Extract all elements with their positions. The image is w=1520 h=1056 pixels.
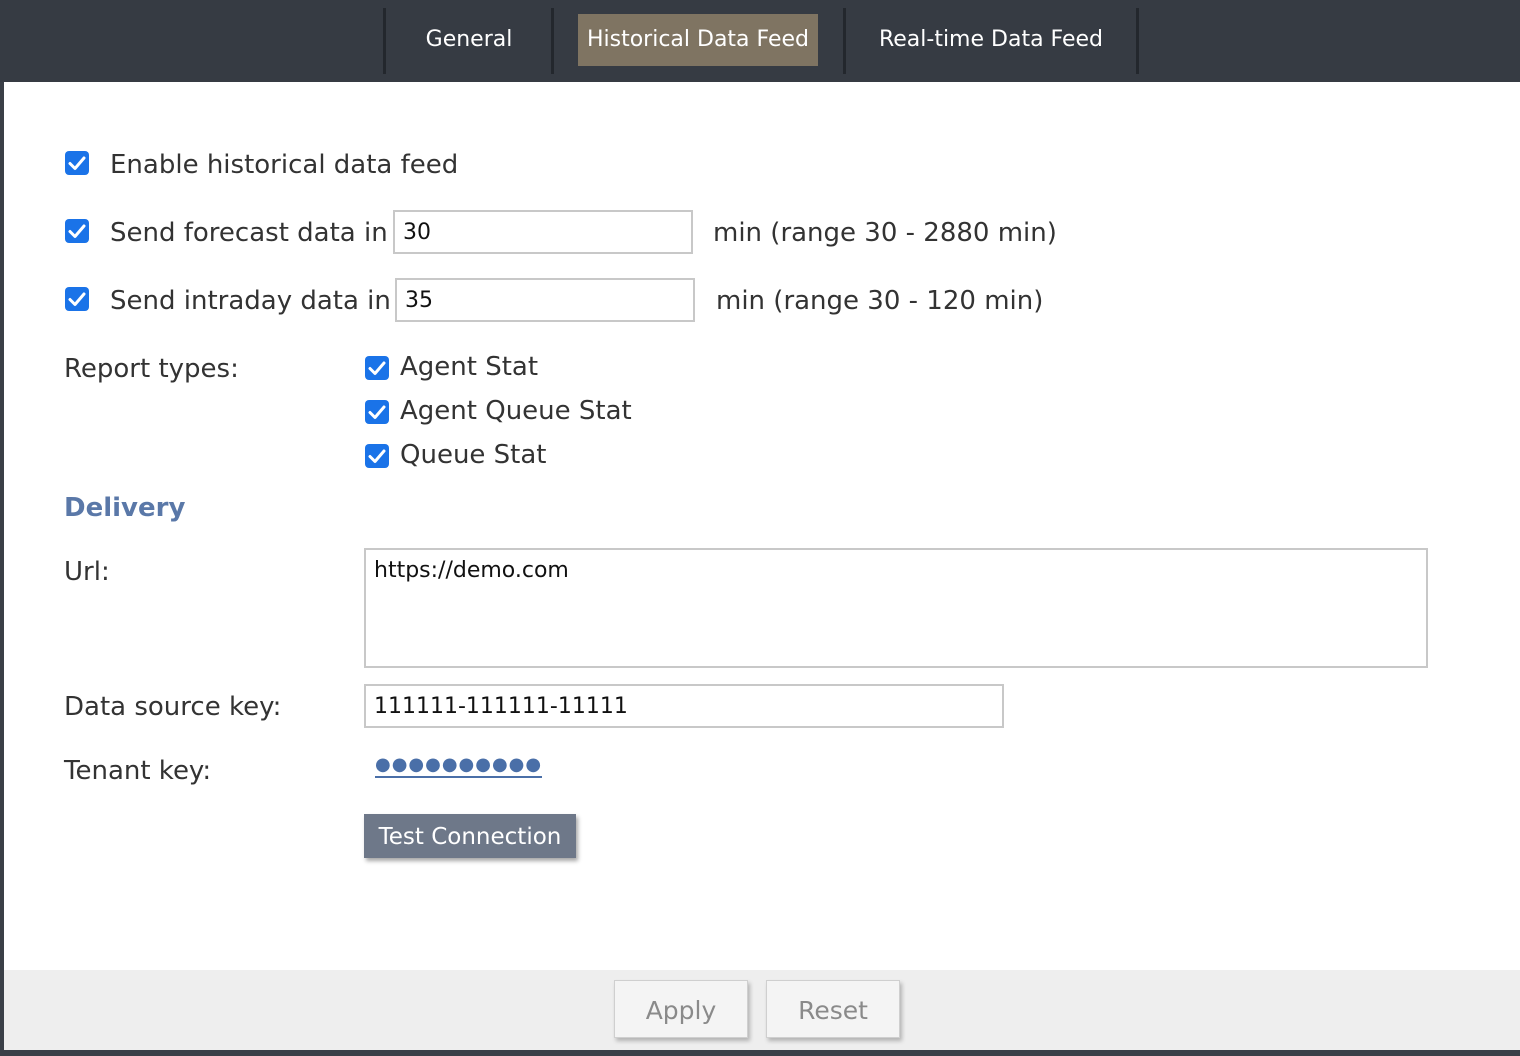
report-type-queue-stat-checkbox[interactable] bbox=[365, 444, 389, 468]
report-type-agent-stat-label: Agent Stat bbox=[400, 352, 539, 382]
footer-bar bbox=[4, 970, 1520, 1050]
forecast-range-hint: min (range 30 - 2880 min) bbox=[713, 218, 1057, 248]
tab-realtime-data-feed[interactable]: Real-time Data Feed bbox=[846, 14, 1136, 66]
tab-historical-data-feed[interactable]: Historical Data Feed bbox=[578, 14, 818, 66]
url-label: Url: bbox=[64, 557, 110, 587]
test-connection-button[interactable]: Test Connection bbox=[364, 814, 576, 858]
tab-general[interactable]: General bbox=[386, 14, 552, 66]
send-forecast-checkbox[interactable] bbox=[65, 219, 89, 243]
window-frame-bottom bbox=[0, 1050, 1520, 1056]
intraday-range-hint: min (range 30 - 120 min) bbox=[716, 286, 1044, 316]
checkmark-icon bbox=[368, 361, 386, 375]
intraday-minutes-input[interactable] bbox=[395, 278, 695, 322]
tenant-key-label: Tenant key: bbox=[64, 756, 212, 786]
checkmark-icon bbox=[68, 292, 86, 306]
report-type-agent-stat-checkbox[interactable] bbox=[365, 356, 389, 380]
report-type-agent-queue-stat-label: Agent Queue Stat bbox=[400, 396, 632, 426]
checkmark-icon bbox=[68, 224, 86, 238]
report-type-queue-stat-label: Queue Stat bbox=[400, 440, 547, 470]
send-intraday-checkbox[interactable] bbox=[65, 287, 89, 311]
report-types-label: Report types: bbox=[64, 354, 239, 384]
settings-panel bbox=[4, 82, 1520, 970]
delivery-section-title: Delivery bbox=[64, 493, 186, 523]
checkmark-icon bbox=[368, 449, 386, 463]
data-source-key-label: Data source key: bbox=[64, 692, 282, 722]
send-forecast-label: Send forecast data in bbox=[110, 218, 388, 248]
tab-bar: General Historical Data Feed Real-time D… bbox=[0, 0, 1520, 82]
reset-button[interactable]: Reset bbox=[766, 980, 900, 1038]
send-intraday-label: Send intraday data in bbox=[110, 286, 391, 316]
apply-button[interactable]: Apply bbox=[614, 980, 748, 1038]
tenant-key-masked-link[interactable]: ●●●●●●●●●● bbox=[375, 754, 543, 778]
checkmark-icon bbox=[68, 156, 86, 170]
forecast-minutes-input[interactable] bbox=[393, 210, 693, 254]
report-type-agent-queue-stat-checkbox[interactable] bbox=[365, 400, 389, 424]
tab-separator bbox=[1136, 8, 1139, 74]
data-source-key-input[interactable] bbox=[364, 684, 1004, 728]
tab-separator bbox=[551, 8, 554, 74]
enable-historical-feed-label: Enable historical data feed bbox=[110, 150, 459, 180]
checkmark-icon bbox=[368, 405, 386, 419]
url-textarea[interactable]: https://demo.com bbox=[364, 548, 1428, 668]
enable-historical-feed-checkbox[interactable] bbox=[65, 151, 89, 175]
